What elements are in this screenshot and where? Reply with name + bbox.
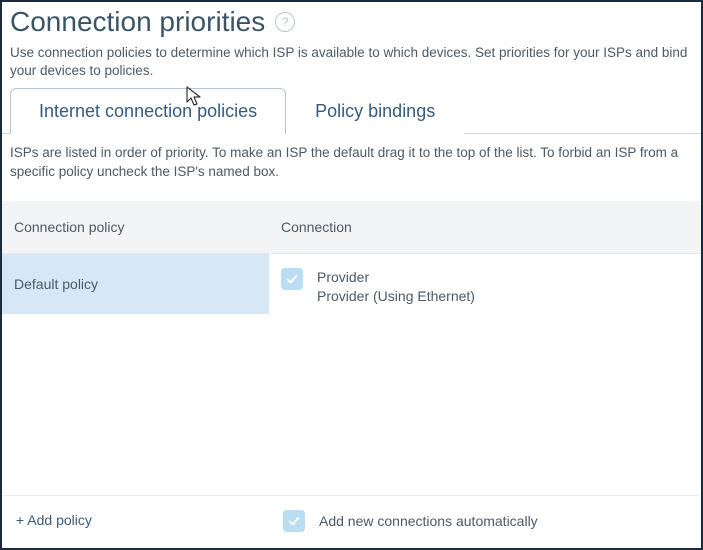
connection-checkbox[interactable] (281, 268, 303, 290)
connection-title: Provider (317, 268, 475, 287)
check-icon (287, 514, 301, 528)
page-title: Connection priorities (10, 6, 265, 38)
help-icon[interactable]: ? (275, 12, 295, 32)
check-icon (285, 272, 299, 286)
auto-add-checkbox[interactable] (283, 510, 305, 532)
connection-row: Provider Provider (Using Ethernet) (269, 254, 701, 320)
tab-internet-connection-policies[interactable]: Internet connection policies (10, 88, 286, 134)
add-policy-link[interactable]: + Add policy (16, 512, 92, 528)
tab-policy-bindings[interactable]: Policy bindings (286, 88, 464, 134)
auto-add-label: Add new connections automatically (319, 513, 538, 529)
column-header-connection: Connection (269, 201, 701, 254)
tab-bar: Internet connection policies Policy bind… (2, 88, 701, 134)
intro-text: Use connection policies to determine whi… (2, 38, 701, 88)
policy-grid: Connection policy Default policy Connect… (2, 201, 701, 320)
connection-subtitle: Provider (Using Ethernet) (317, 287, 475, 306)
column-header-policy: Connection policy (2, 201, 269, 254)
connection-text: Provider Provider (Using Ethernet) (317, 268, 475, 306)
tab-description: ISPs are listed in order of priority. To… (2, 134, 701, 200)
footer: + Add policy Add new connections automat… (4, 495, 699, 546)
policy-row-default[interactable]: Default policy (2, 254, 269, 314)
